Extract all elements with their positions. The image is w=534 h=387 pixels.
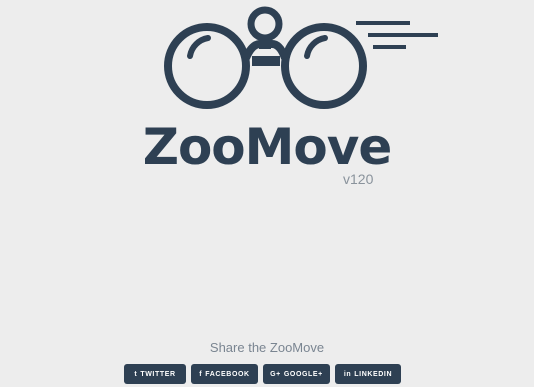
google-plus-icon: G+ [270,370,281,378]
google-plus-share-label: GOOGLE+ [283,370,323,378]
share-heading: Share the ZooMove [209,340,325,355]
facebook-share-label: FACEBOOK [205,370,250,378]
twitter-icon: t [134,370,138,378]
twitter-share-label: TWITTER [140,370,176,378]
facebook-share-button[interactable]: f FACEBOOK [191,364,258,384]
linkedin-icon: in [343,370,352,378]
twitter-share-button[interactable]: t TWITTER [124,364,186,384]
app-title: ZooMove [142,118,393,176]
facebook-icon: f [199,370,203,378]
binoculars-logo-icon [164,6,438,109]
linkedin-share-button[interactable]: in LINKEDIN [335,364,401,384]
linkedin-share-label: LINKEDIN [354,370,393,378]
version-label: v120 [343,171,374,187]
share-bar: t TWITTER f FACEBOOK G+ GOOGLE+ in LINKE… [124,364,401,384]
google-plus-share-button[interactable]: G+ GOOGLE+ [263,364,330,384]
